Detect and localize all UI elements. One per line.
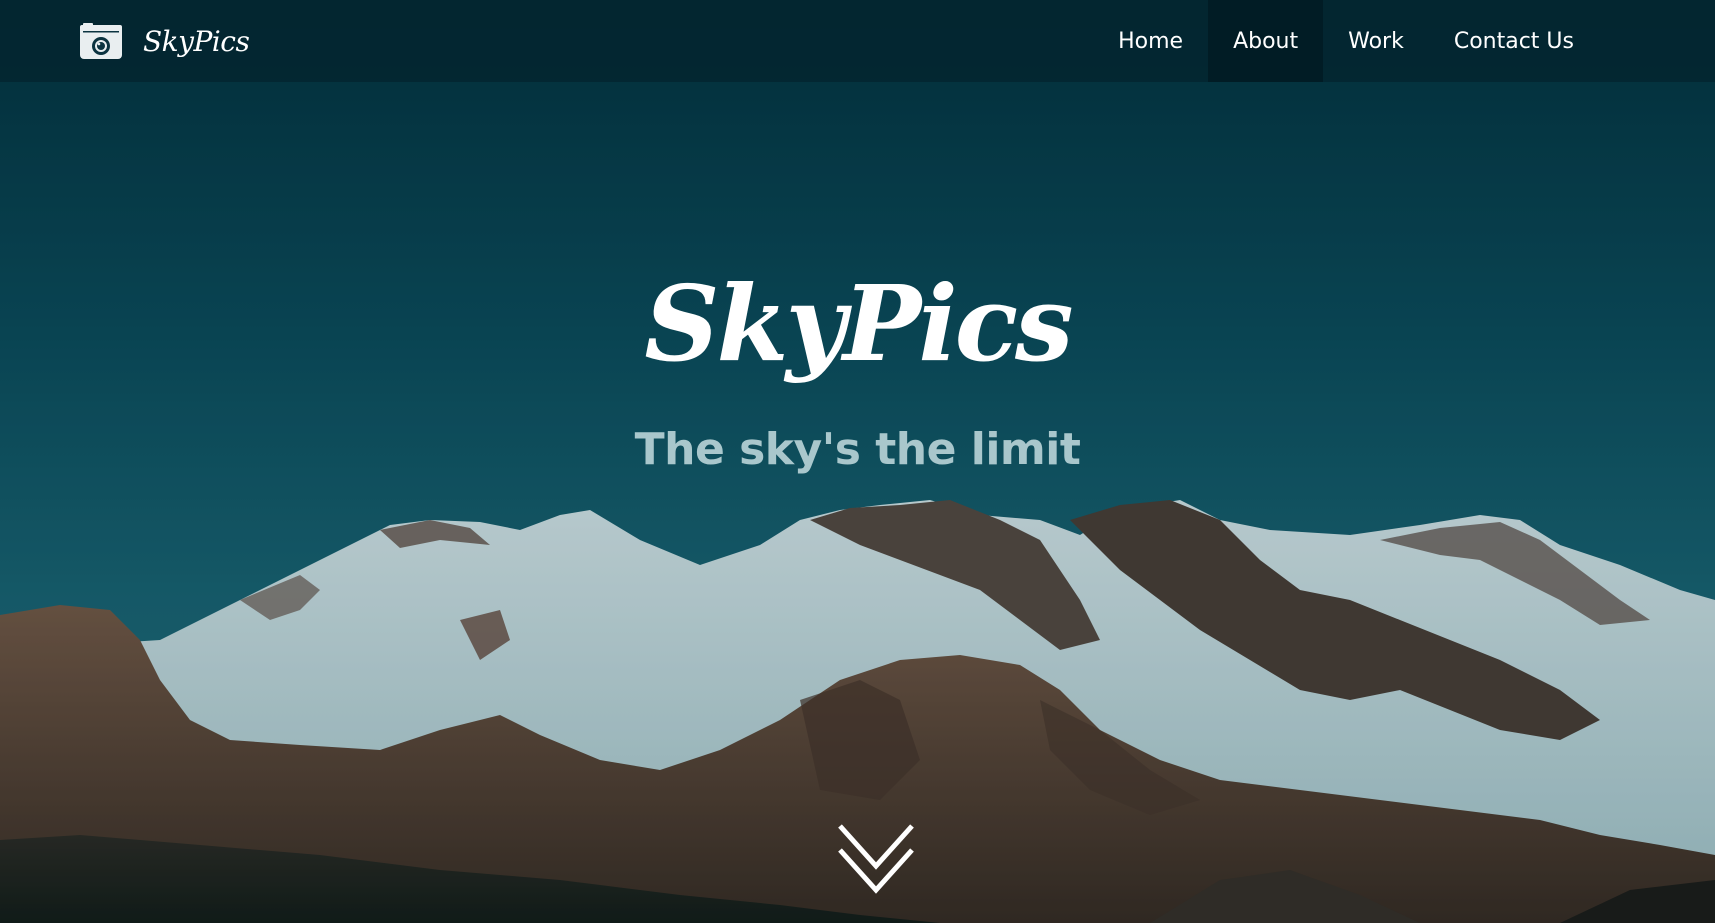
brand-name: SkyPics — [143, 24, 250, 58]
nav-link-about[interactable]: About — [1208, 0, 1324, 82]
navbar: SkyPics Home About Work Contact Us — [0, 0, 1715, 82]
nav-link-home[interactable]: Home — [1093, 0, 1208, 82]
nav-link-contact-us[interactable]: Contact Us — [1429, 0, 1599, 82]
nav-link-work[interactable]: Work — [1323, 0, 1429, 82]
hero-tagline: The sky's the limit — [634, 424, 1081, 475]
brand-logo[interactable]: SkyPics — [79, 19, 250, 63]
double-chevron-down-icon[interactable] — [836, 820, 916, 898]
landing-page: SkyPics Home About Work Contact Us SkyPi… — [0, 0, 1715, 923]
hero-title: SkyPics — [644, 262, 1073, 385]
nav-menu: Home About Work Contact Us — [1093, 0, 1599, 82]
camera-icon — [79, 22, 123, 60]
